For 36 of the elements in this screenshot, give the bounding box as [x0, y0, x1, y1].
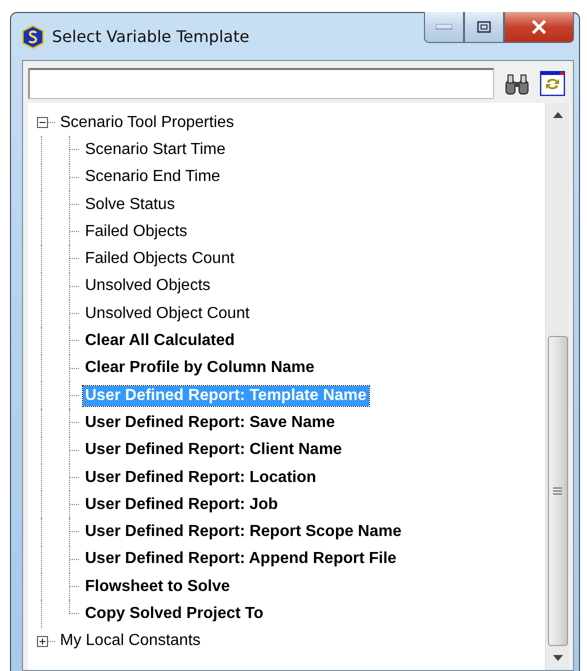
- tree-item[interactable]: Clear All Calculated: [83, 331, 237, 352]
- tree-item[interactable]: User Defined Report: Report Scope Name: [83, 522, 404, 542]
- collapse-icon[interactable]: [37, 117, 48, 128]
- binoculars-icon[interactable]: [504, 72, 530, 94]
- expand-icon[interactable]: [37, 636, 48, 647]
- tree-item[interactable]: User Defined Report: Client Name: [83, 440, 344, 460]
- maximize-icon: [477, 21, 491, 33]
- tree-node[interactable]: Scenario Tool Properties: [58, 112, 236, 133]
- tree-item[interactable]: Flowsheet to Solve: [83, 576, 232, 597]
- tree-item[interactable]: Failed Objects: [83, 222, 190, 242]
- minimize-icon: [436, 24, 452, 30]
- minimize-button[interactable]: [424, 12, 464, 43]
- scroll-down-icon[interactable]: [552, 655, 562, 661]
- window-title: Select Variable Template: [52, 27, 250, 46]
- tree-item[interactable]: Scenario Start Time: [83, 140, 228, 160]
- search-field[interactable]: [28, 68, 494, 99]
- tree-item[interactable]: Scenario End Time: [83, 167, 222, 188]
- tree-item[interactable]: Solve Status: [83, 194, 177, 215]
- close-button[interactable]: [504, 12, 574, 43]
- close-icon: [531, 20, 547, 34]
- maximize-button[interactable]: [464, 12, 504, 43]
- scroll-up-icon[interactable]: [552, 112, 562, 118]
- tree-item[interactable]: User Defined Report: Append Report File: [83, 549, 398, 570]
- tree-item[interactable]: Failed Objects Count: [83, 249, 236, 270]
- refresh-window-icon[interactable]: [540, 71, 565, 96]
- tree-item[interactable]: Copy Solved Project To: [83, 604, 266, 624]
- tree-item[interactable]: User Defined Report: Job: [83, 494, 280, 515]
- app-logo-icon: [22, 24, 44, 48]
- scrollbar[interactable]: [545, 103, 569, 670]
- tree-item[interactable]: User Defined Report: Location: [83, 468, 318, 488]
- scrollbar-thumb[interactable]: [548, 336, 568, 646]
- tree-node[interactable]: My Local Constants: [58, 631, 203, 652]
- tree-item[interactable]: Unsolved Object Count: [83, 304, 252, 324]
- tree-item[interactable]: Unsolved Objects: [83, 276, 212, 296]
- tree-item[interactable]: Clear Profile by Column Name: [83, 358, 316, 378]
- tree-item[interactable]: User Defined Report: Save Name: [83, 412, 337, 433]
